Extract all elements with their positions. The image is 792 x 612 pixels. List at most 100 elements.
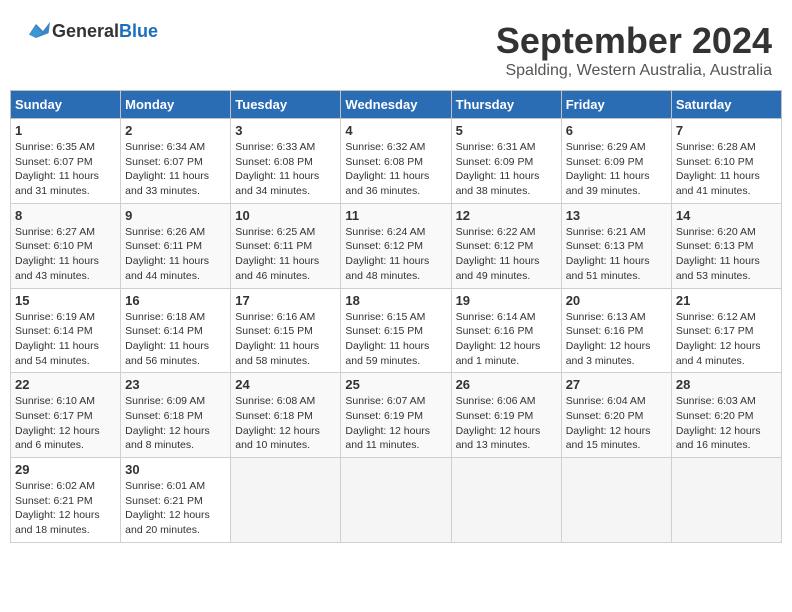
sunset-label: Sunset: 6:11 PM [125, 240, 202, 252]
sunrise-label: Sunrise: 6:08 AM [235, 395, 315, 407]
sunrise-label: Sunrise: 6:35 AM [15, 141, 95, 153]
table-row: 12 Sunrise: 6:22 AM Sunset: 6:12 PM Dayl… [451, 203, 561, 288]
sunrise-label: Sunrise: 6:21 AM [566, 226, 646, 238]
cell-content: Sunrise: 6:24 AM Sunset: 6:12 PM Dayligh… [345, 225, 446, 284]
sunset-label: Sunset: 6:10 PM [15, 240, 93, 252]
sunset-label: Sunset: 6:08 PM [345, 156, 423, 168]
daylight-label: Daylight: 12 hours and 8 minutes. [125, 425, 210, 452]
daylight-label: Daylight: 11 hours and 48 minutes. [345, 255, 429, 282]
sunrise-label: Sunrise: 6:13 AM [566, 311, 646, 323]
day-number: 19 [456, 293, 557, 308]
col-tuesday: Tuesday [231, 91, 341, 119]
day-number: 30 [125, 462, 226, 477]
cell-content: Sunrise: 6:01 AM Sunset: 6:21 PM Dayligh… [125, 479, 226, 538]
daylight-label: Daylight: 12 hours and 10 minutes. [235, 425, 320, 452]
day-number: 23 [125, 377, 226, 392]
table-row: 27 Sunrise: 6:04 AM Sunset: 6:20 PM Dayl… [561, 373, 671, 458]
cell-content: Sunrise: 6:31 AM Sunset: 6:09 PM Dayligh… [456, 140, 557, 199]
daylight-label: Daylight: 11 hours and 54 minutes. [15, 340, 99, 367]
day-number: 12 [456, 208, 557, 223]
sunrise-label: Sunrise: 6:09 AM [125, 395, 205, 407]
table-row: 20 Sunrise: 6:13 AM Sunset: 6:16 PM Dayl… [561, 288, 671, 373]
day-number: 9 [125, 208, 226, 223]
calendar-week-row: 29 Sunrise: 6:02 AM Sunset: 6:21 PM Dayl… [11, 458, 782, 543]
sunrise-label: Sunrise: 6:27 AM [15, 226, 95, 238]
day-number: 28 [676, 377, 777, 392]
day-number: 27 [566, 377, 667, 392]
sunrise-label: Sunrise: 6:31 AM [456, 141, 536, 153]
cell-content: Sunrise: 6:09 AM Sunset: 6:18 PM Dayligh… [125, 394, 226, 453]
sunset-label: Sunset: 6:16 PM [566, 325, 644, 337]
sunset-label: Sunset: 6:20 PM [676, 410, 754, 422]
table-row: 7 Sunrise: 6:28 AM Sunset: 6:10 PM Dayli… [671, 119, 781, 204]
logo: GeneralBlue [20, 20, 158, 42]
sunset-label: Sunset: 6:17 PM [15, 410, 93, 422]
table-row: 23 Sunrise: 6:09 AM Sunset: 6:18 PM Dayl… [121, 373, 231, 458]
sunrise-label: Sunrise: 6:01 AM [125, 480, 205, 492]
table-row: 1 Sunrise: 6:35 AM Sunset: 6:07 PM Dayli… [11, 119, 121, 204]
cell-content: Sunrise: 6:22 AM Sunset: 6:12 PM Dayligh… [456, 225, 557, 284]
sunrise-label: Sunrise: 6:12 AM [676, 311, 756, 323]
sunset-label: Sunset: 6:09 PM [456, 156, 534, 168]
sunset-label: Sunset: 6:12 PM [345, 240, 423, 252]
month-title: September 2024 [496, 20, 772, 62]
cell-content: Sunrise: 6:08 AM Sunset: 6:18 PM Dayligh… [235, 394, 336, 453]
table-row: 6 Sunrise: 6:29 AM Sunset: 6:09 PM Dayli… [561, 119, 671, 204]
col-sunday: Sunday [11, 91, 121, 119]
sunset-label: Sunset: 6:10 PM [676, 156, 754, 168]
day-number: 1 [15, 123, 116, 138]
sunrise-label: Sunrise: 6:06 AM [456, 395, 536, 407]
day-number: 8 [15, 208, 116, 223]
table-row: 15 Sunrise: 6:19 AM Sunset: 6:14 PM Dayl… [11, 288, 121, 373]
day-number: 13 [566, 208, 667, 223]
sunset-label: Sunset: 6:17 PM [676, 325, 754, 337]
sunset-label: Sunset: 6:13 PM [676, 240, 754, 252]
table-row [341, 458, 451, 543]
daylight-label: Daylight: 11 hours and 51 minutes. [566, 255, 650, 282]
sunset-label: Sunset: 6:19 PM [456, 410, 534, 422]
table-row: 18 Sunrise: 6:15 AM Sunset: 6:15 PM Dayl… [341, 288, 451, 373]
header: GeneralBlue September 2024 Spalding, Wes… [10, 10, 782, 85]
col-friday: Friday [561, 91, 671, 119]
sunset-label: Sunset: 6:21 PM [125, 495, 203, 507]
daylight-label: Daylight: 11 hours and 49 minutes. [456, 255, 540, 282]
col-thursday: Thursday [451, 91, 561, 119]
table-row: 9 Sunrise: 6:26 AM Sunset: 6:11 PM Dayli… [121, 203, 231, 288]
table-row: 4 Sunrise: 6:32 AM Sunset: 6:08 PM Dayli… [341, 119, 451, 204]
daylight-label: Daylight: 11 hours and 33 minutes. [125, 170, 209, 197]
day-number: 6 [566, 123, 667, 138]
cell-content: Sunrise: 6:21 AM Sunset: 6:13 PM Dayligh… [566, 225, 667, 284]
table-row: 11 Sunrise: 6:24 AM Sunset: 6:12 PM Dayl… [341, 203, 451, 288]
day-number: 11 [345, 208, 446, 223]
sunrise-label: Sunrise: 6:24 AM [345, 226, 425, 238]
table-row: 26 Sunrise: 6:06 AM Sunset: 6:19 PM Dayl… [451, 373, 561, 458]
table-row: 8 Sunrise: 6:27 AM Sunset: 6:10 PM Dayli… [11, 203, 121, 288]
sunrise-label: Sunrise: 6:18 AM [125, 311, 205, 323]
daylight-label: Daylight: 11 hours and 59 minutes. [345, 340, 429, 367]
sunset-label: Sunset: 6:19 PM [345, 410, 423, 422]
cell-content: Sunrise: 6:28 AM Sunset: 6:10 PM Dayligh… [676, 140, 777, 199]
daylight-label: Daylight: 12 hours and 6 minutes. [15, 425, 100, 452]
day-number: 29 [15, 462, 116, 477]
sunrise-label: Sunrise: 6:25 AM [235, 226, 315, 238]
sunrise-label: Sunrise: 6:26 AM [125, 226, 205, 238]
day-number: 5 [456, 123, 557, 138]
sunset-label: Sunset: 6:08 PM [235, 156, 313, 168]
calendar-header-row: Sunday Monday Tuesday Wednesday Thursday… [11, 91, 782, 119]
daylight-label: Daylight: 12 hours and 16 minutes. [676, 425, 761, 452]
table-row [451, 458, 561, 543]
calendar-week-row: 15 Sunrise: 6:19 AM Sunset: 6:14 PM Dayl… [11, 288, 782, 373]
table-row: 14 Sunrise: 6:20 AM Sunset: 6:13 PM Dayl… [671, 203, 781, 288]
col-saturday: Saturday [671, 91, 781, 119]
table-row: 10 Sunrise: 6:25 AM Sunset: 6:11 PM Dayl… [231, 203, 341, 288]
daylight-label: Daylight: 11 hours and 39 minutes. [566, 170, 650, 197]
daylight-label: Daylight: 11 hours and 36 minutes. [345, 170, 429, 197]
sunrise-label: Sunrise: 6:20 AM [676, 226, 756, 238]
table-row: 24 Sunrise: 6:08 AM Sunset: 6:18 PM Dayl… [231, 373, 341, 458]
daylight-label: Daylight: 11 hours and 44 minutes. [125, 255, 209, 282]
daylight-label: Daylight: 11 hours and 38 minutes. [456, 170, 540, 197]
logo-text: GeneralBlue [52, 21, 158, 42]
daylight-label: Daylight: 11 hours and 34 minutes. [235, 170, 319, 197]
day-number: 4 [345, 123, 446, 138]
table-row: 25 Sunrise: 6:07 AM Sunset: 6:19 PM Dayl… [341, 373, 451, 458]
